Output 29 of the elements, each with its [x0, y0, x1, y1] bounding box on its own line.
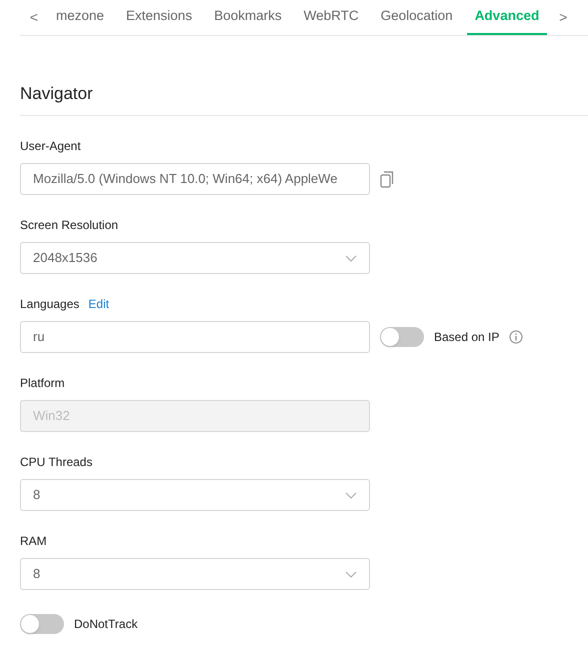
tab[interactable]: Bookmarks: [206, 0, 290, 35]
info-icon[interactable]: [509, 330, 524, 344]
toggle-switch[interactable]: [380, 327, 424, 347]
field-label: RAM: [20, 533, 47, 550]
field-label: User-Agent: [20, 138, 81, 155]
input-field[interactable]: ru: [20, 321, 370, 353]
chevron-down-icon: [345, 492, 357, 498]
toggle-label: Based on IP: [434, 329, 500, 346]
scroll-right-button[interactable]: >: [553, 0, 574, 35]
tab[interactable]: mezone: [48, 0, 112, 35]
edit-link[interactable]: Edit: [88, 295, 110, 313]
tab[interactable]: Geolocation: [372, 0, 461, 35]
toggle-switch[interactable]: [20, 614, 64, 634]
chevron-down-icon: [345, 254, 357, 262]
copy-icon[interactable]: [380, 170, 394, 188]
section-title: Navigator: [20, 83, 93, 105]
tab[interactable]: Extensions: [118, 0, 200, 35]
field-label: Screen Resolution: [20, 217, 118, 234]
field-label: CPU Threads: [20, 454, 92, 471]
tab[interactable]: WebRTC: [296, 0, 367, 35]
field-label: Languages: [20, 296, 80, 313]
select-field[interactable]: 8: [20, 558, 370, 590]
chevron-down-icon: [345, 570, 357, 578]
select-field[interactable]: 2048x1536: [20, 242, 370, 274]
input-field[interactable]: Mozilla/5.0 (Windows NT 10.0; Win64; x64) AppleWe: [20, 163, 370, 195]
scroll-left-button[interactable]: <: [20, 0, 48, 35]
field-label: Platform: [20, 375, 65, 392]
select-field[interactable]: 8: [20, 479, 370, 511]
toggle-label: DoNotTrack: [74, 616, 138, 633]
